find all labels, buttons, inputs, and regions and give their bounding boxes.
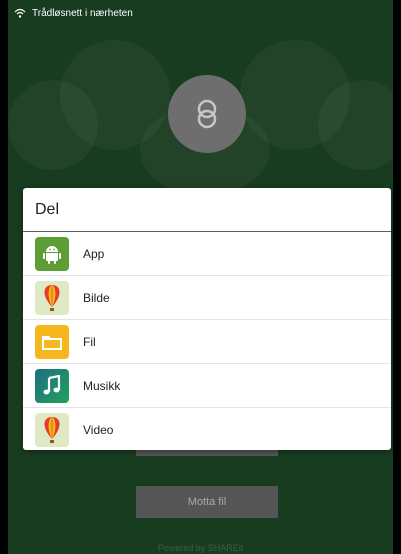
- wifi-icon: [14, 8, 26, 18]
- balloon-icon: [35, 280, 69, 315]
- share-option-video[interactable]: Video: [23, 408, 391, 450]
- share-option-file[interactable]: Fil: [23, 320, 391, 364]
- share-dialog: Del App Bilde Fil Musikk Video: [23, 188, 391, 450]
- music-note-icon: [35, 368, 69, 403]
- screen-edge-right: [393, 0, 401, 554]
- screen-edge-left: [0, 0, 8, 554]
- share-option-label: Fil: [83, 334, 96, 349]
- share-option-image[interactable]: Bilde: [23, 276, 391, 320]
- dialog-title: Del: [23, 188, 391, 232]
- folder-icon: [35, 324, 69, 359]
- share-option-label: Musikk: [83, 378, 121, 393]
- share-option-music[interactable]: Musikk: [23, 364, 391, 408]
- share-option-label: Video: [83, 422, 114, 437]
- app-screen: Motta fil Powered by SHAREit Trådløsnett…: [0, 0, 401, 554]
- share-option-label: Bilde: [83, 290, 110, 305]
- share-option-app[interactable]: App: [23, 232, 391, 276]
- status-bar: Trådløsnett i nærheten: [8, 0, 393, 26]
- android-icon: [35, 236, 69, 271]
- share-option-label: App: [83, 246, 105, 261]
- status-text: Trådløsnett i nærheten: [32, 7, 133, 19]
- balloon-icon: [35, 412, 69, 447]
